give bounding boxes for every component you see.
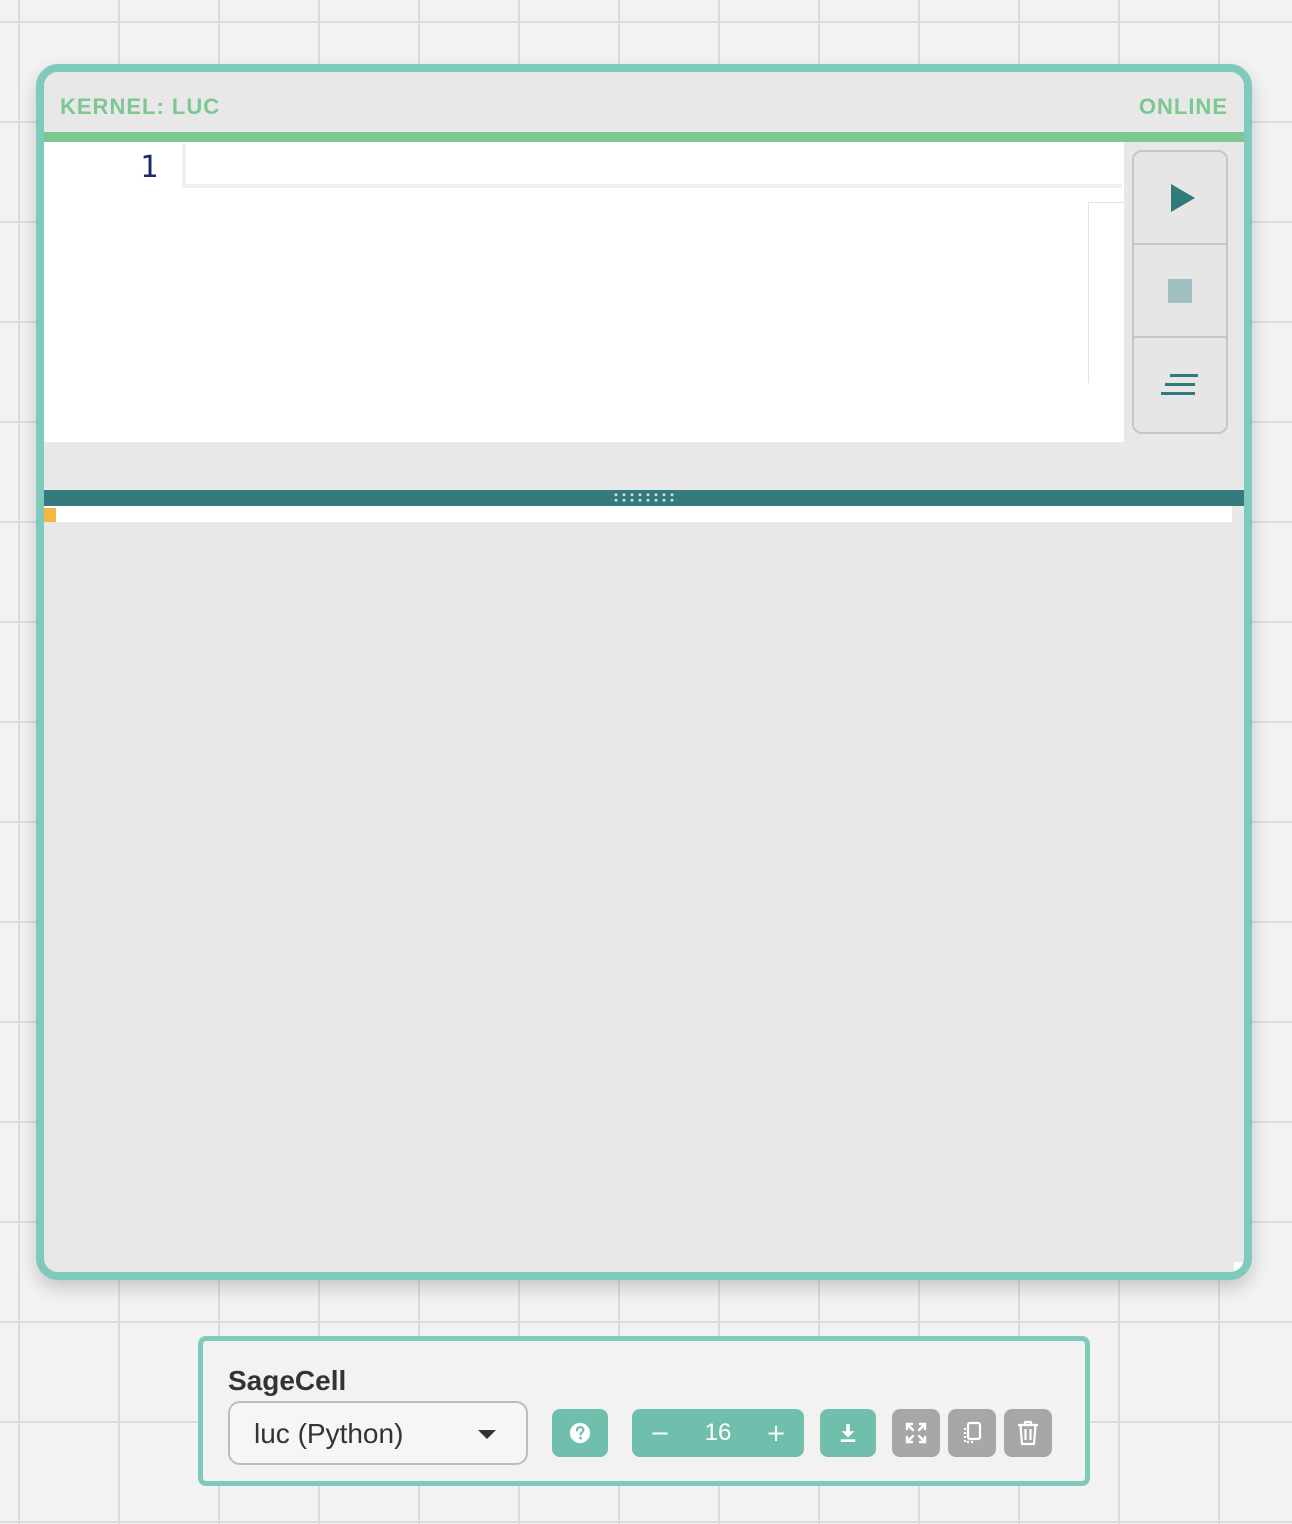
question-circle-icon: [569, 1422, 591, 1444]
fullscreen-button[interactable]: [892, 1409, 940, 1457]
output-area: [44, 506, 1232, 522]
copy-icon: [963, 1421, 982, 1444]
output-marker: [44, 508, 56, 522]
play-icon: [1171, 183, 1195, 212]
format-button[interactable]: [1134, 338, 1226, 431]
output-splitter[interactable]: [44, 490, 1244, 506]
font-size-value: 16: [704, 1419, 732, 1446]
chevron-down-icon: [478, 1430, 496, 1439]
sagecell-window: KERNEL: LUC ONLINE 1: [36, 64, 1252, 1280]
code-line-1[interactable]: [182, 144, 1122, 188]
stop-button[interactable]: [1134, 245, 1226, 338]
kernel-status-bar: [44, 132, 1244, 142]
align-lines-icon: [1161, 373, 1198, 395]
stop-icon: [1168, 278, 1192, 303]
kernel-label: KERNEL: LUC: [60, 94, 221, 119]
kernel-status: ONLINE: [1138, 94, 1228, 119]
editor-scrollbar[interactable]: [1088, 202, 1125, 383]
delete-button[interactable]: [1004, 1409, 1052, 1457]
download-button[interactable]: [820, 1409, 876, 1457]
expand-icon: [905, 1422, 927, 1444]
kernel-select-value: luc (Python): [254, 1418, 404, 1449]
code-editor[interactable]: 1: [44, 142, 1125, 442]
trash-icon: [1018, 1420, 1038, 1446]
cell-header: KERNEL: LUC ONLINE: [44, 72, 1244, 132]
help-button[interactable]: [552, 1409, 608, 1457]
drag-handle-icon[interactable]: [612, 492, 676, 503]
run-button[interactable]: [1134, 152, 1226, 245]
download-icon: [840, 1424, 856, 1442]
font-size-control: − 16 +: [632, 1409, 804, 1457]
line-number: 1: [139, 150, 158, 185]
resize-handle[interactable]: [1234, 1262, 1244, 1272]
font-increase-button[interactable]: +: [748, 1409, 804, 1457]
toolbar-title: SageCell: [228, 1365, 347, 1396]
copy-button[interactable]: [948, 1409, 996, 1457]
cell-controls: [1132, 150, 1228, 434]
sagecell-toolbar: SageCell luc (Python) − 16 +: [198, 1336, 1090, 1486]
kernel-select[interactable]: luc (Python): [228, 1401, 528, 1465]
font-decrease-button[interactable]: −: [632, 1409, 688, 1457]
